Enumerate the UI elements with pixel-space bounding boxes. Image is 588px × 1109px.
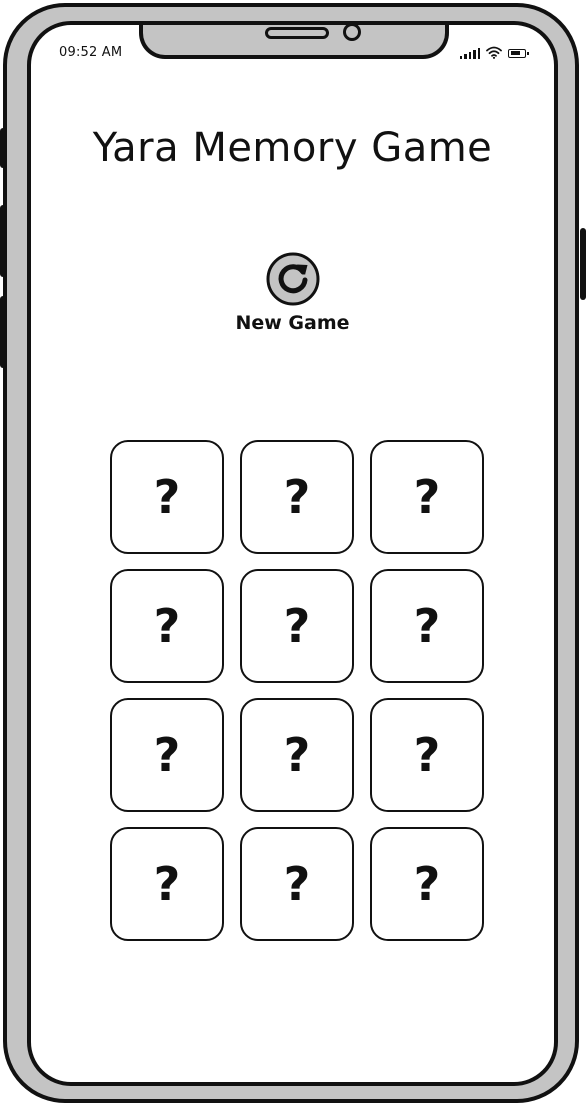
status-icons [459,45,529,59]
card[interactable]: ? [240,698,354,812]
question-mark-icon: ? [413,599,441,653]
status-time: 09:52 AM [59,45,123,60]
question-mark-icon: ? [413,857,441,911]
refresh-icon [266,252,319,306]
card-grid: ? ? ? ? ? ? ? ? ? ? ? ? [110,440,486,941]
side-button-left-mid [0,205,6,277]
question-mark-icon: ? [283,857,311,911]
notch [139,25,449,59]
question-mark-icon: ? [153,728,181,782]
card[interactable]: ? [240,440,354,554]
question-mark-icon: ? [153,470,181,524]
phone-mockup: 09:52 AM Yara Memory Game New Game ? ? ?… [0,0,588,1109]
card[interactable]: ? [370,827,484,941]
question-mark-icon: ? [283,470,311,524]
phone-screen: 09:52 AM Yara Memory Game New Game ? ? ?… [27,21,558,1086]
side-button-right [580,228,586,300]
question-mark-icon: ? [153,857,181,911]
side-button-left-top [0,128,6,168]
question-mark-icon: ? [283,599,311,653]
card[interactable]: ? [370,440,484,554]
battery-icon [508,49,529,58]
page-title: Yara Memory Game [92,125,493,171]
card[interactable]: ? [240,827,354,941]
speaker [265,27,329,39]
card[interactable]: ? [370,569,484,683]
card[interactable]: ? [110,827,224,941]
card[interactable]: ? [240,569,354,683]
wifi-icon [486,46,502,59]
question-mark-icon: ? [153,599,181,653]
new-game-button[interactable]: New Game [31,251,554,334]
card[interactable]: ? [110,440,224,554]
card[interactable]: ? [110,698,224,812]
new-game-label: New Game [235,312,350,334]
question-mark-icon: ? [283,728,311,782]
question-mark-icon: ? [413,470,441,524]
side-button-left-low [0,296,6,368]
question-mark-icon: ? [413,728,441,782]
signal-icon [459,47,480,59]
card[interactable]: ? [110,569,224,683]
card[interactable]: ? [370,698,484,812]
camera [343,25,361,41]
